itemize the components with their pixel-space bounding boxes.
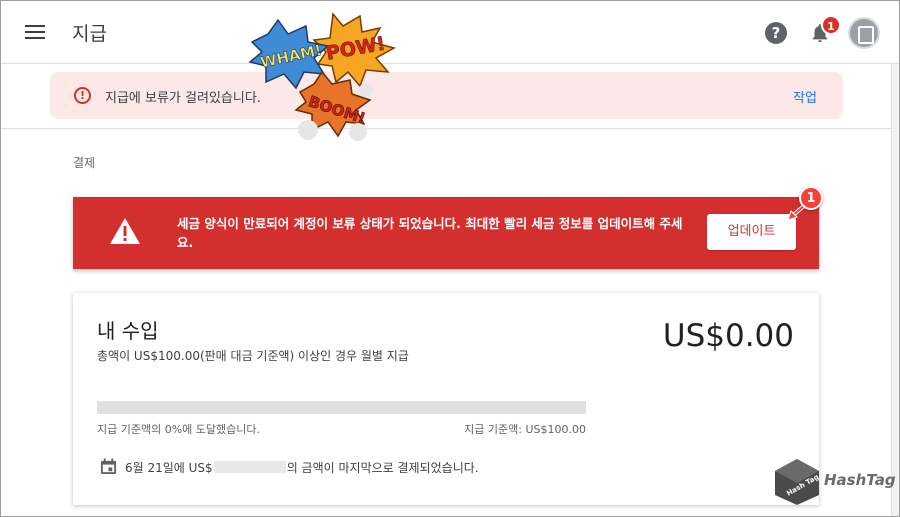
watermark-label: HashTag — [824, 471, 896, 489]
tax-alert-message: 세금 양식이 만료되어 계정이 보류 상태가 되었습니다. 최대한 빨리 세금 … — [177, 216, 683, 250]
section-label: 결제 — [73, 156, 96, 170]
progress-status-label: 지급 기준액의 0%에 도달했습니다. — [97, 423, 260, 436]
last-paid-suffix: 의 금액이 마지막으로 결제되었습니다. — [286, 461, 479, 475]
last-payment-info: 6월 21일에 US$ 의 금액이 마지막으로 결제되었습니다. — [125, 459, 479, 476]
threshold-label: 지급 기준액: US$100.00 — [464, 423, 586, 436]
step-number-badge: 1 — [799, 186, 823, 210]
hamburger-menu-icon[interactable] — [25, 25, 45, 41]
header-divider — [1, 128, 891, 129]
hashtag-logo: Hash Tag — [775, 459, 820, 505]
comic-stickers-decoration: WHAM! POW! BOOM! — [248, 12, 396, 141]
update-tax-info-button[interactable]: 업데이트 — [707, 214, 796, 250]
top-app-bar: 지급 ? 1 — [1, 1, 899, 64]
redacted-amount — [213, 461, 286, 473]
page-title: 지급 — [72, 23, 107, 45]
warning-icon — [110, 218, 140, 244]
payment-threshold-progress — [97, 401, 586, 414]
scrollbar[interactable] — [891, 64, 899, 516]
hold-message: 지급에 보류가 걸려있습니다. — [105, 91, 261, 106]
error-icon: ! — [74, 87, 91, 104]
earnings-subtitle: 총액이 US$100.00(판매 대금 기준액) 이상인 경우 월별 지급 — [97, 349, 409, 363]
earnings-title: 내 수입 — [97, 319, 159, 343]
calendar-icon — [100, 458, 117, 475]
hold-action-link[interactable]: 작업 — [793, 87, 817, 106]
last-paid-prefix: 6월 21일에 US$ — [125, 461, 213, 475]
account-avatar[interactable] — [848, 17, 880, 49]
tax-form-alert: 세금 양식이 만료되어 계정이 보류 상태가 되었습니다. 최대한 빨리 세금 … — [73, 197, 819, 269]
earnings-card: 내 수입 총액이 US$100.00(판매 대금 기준액) 이상인 경우 월별 … — [73, 293, 819, 505]
notification-count-badge: 1 — [821, 15, 841, 35]
payment-hold-banner: ! 지급에 보류가 걸려있습니다. 작업 — [50, 72, 843, 119]
help-icon[interactable]: ? — [765, 22, 787, 44]
earnings-amount: US$0.00 — [662, 318, 794, 354]
